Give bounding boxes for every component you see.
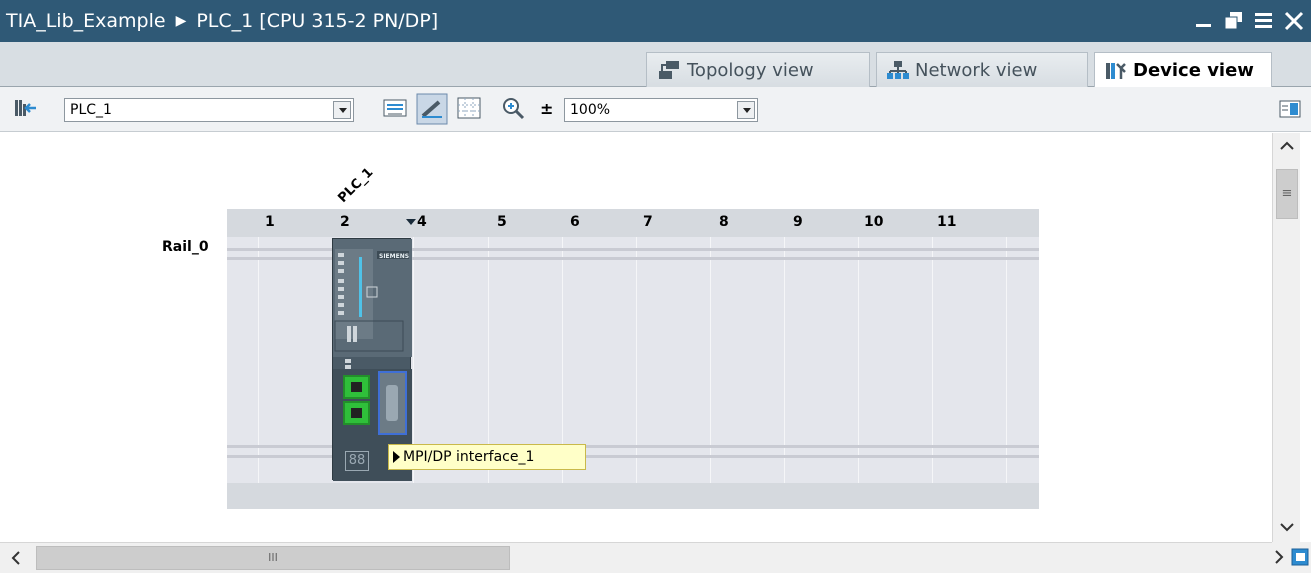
slot-label: 1 [265, 214, 275, 230]
tab-label: Topology view [687, 59, 814, 81]
topology-icon [659, 61, 679, 79]
slot-label: 2 [340, 214, 350, 230]
title-bar: TIA_Lib_Example ▶ PLC_1 [CPU 315-2 PN/DP… [0, 0, 1311, 42]
slot-label: 5 [497, 214, 507, 230]
slot-label: 7 [643, 214, 653, 230]
breadcrumb-separator-icon: ▶ [175, 13, 187, 29]
rack-slot-header: 1 2 4 5 6 7 8 9 10 11 [227, 209, 1039, 237]
zoom-in-icon[interactable] [502, 97, 526, 125]
module-labels-icon[interactable] [382, 97, 408, 125]
view-tabs: Topology view Network view Device view [0, 42, 1311, 88]
scroll-down-icon[interactable] [1274, 514, 1300, 540]
ethernet-port-x2p1[interactable] [343, 375, 370, 399]
tab-label: Network view [915, 59, 1038, 81]
tab-device-view[interactable]: Device view [1094, 52, 1272, 88]
minimize-icon[interactable] [1193, 8, 1215, 32]
restore-icon[interactable] [1223, 8, 1245, 32]
slot-label-expandable[interactable]: 4 [405, 214, 427, 230]
cpu-brand: SIEMENS [379, 253, 409, 260]
chevron-down-icon[interactable] [737, 101, 755, 119]
scrollbar-corner [1272, 542, 1311, 573]
rail-label: Rail_0 [162, 239, 209, 255]
device-toolbar: PLC_1 ± 100% [0, 87, 1311, 132]
slot-label: 8 [719, 214, 729, 230]
rack-footer [227, 483, 1039, 509]
maximize-icon[interactable] [1253, 8, 1275, 32]
scroll-right-icon[interactable] [1266, 544, 1292, 570]
scroll-up-icon[interactable] [1274, 133, 1300, 159]
zoom-select[interactable]: 100% [564, 98, 758, 122]
ethernet-port-x2p2[interactable] [343, 401, 370, 425]
mpi-dp-interface-port[interactable] [378, 371, 407, 435]
network-icon [887, 61, 909, 79]
slot-label: 4 [417, 214, 427, 230]
show-labels-icon[interactable] [416, 93, 448, 129]
close-icon[interactable] [1283, 8, 1305, 32]
horizontal-scroll-thumb[interactable]: III [36, 546, 510, 570]
interface-tooltip: MPI/DP interface_1 [388, 444, 586, 470]
vertical-scroll-thumb[interactable]: ≡ [1276, 169, 1298, 219]
device-icon [1106, 62, 1126, 79]
chevron-down-icon[interactable] [333, 101, 351, 119]
device-select[interactable]: PLC_1 [64, 98, 354, 122]
grid-icon[interactable] [456, 96, 482, 124]
slot-label: 11 [937, 214, 957, 230]
tab-label: Device view [1133, 60, 1254, 81]
horizontal-scrollbar[interactable]: III [0, 542, 1272, 573]
slot-label: 9 [793, 214, 803, 230]
tab-network-view[interactable]: Network view [876, 52, 1088, 87]
expand-slot-icon[interactable] [405, 217, 417, 227]
zoom-step-icon[interactable]: ± [540, 99, 553, 118]
slot-label: 6 [570, 214, 580, 230]
project-name[interactable]: TIA_Lib_Example [6, 10, 166, 32]
zoom-select-value: 100% [570, 102, 611, 118]
slot-label: 10 [864, 214, 884, 230]
device-overview-icon[interactable] [12, 98, 38, 124]
device-select-value: PLC_1 [70, 102, 112, 118]
overview-navigation-icon[interactable] [1291, 548, 1309, 570]
scroll-left-icon[interactable] [3, 545, 29, 571]
tab-topology-view[interactable]: Topology view [646, 52, 870, 87]
hardware-catalog-icon[interactable] [1278, 99, 1302, 125]
status-display: 88 [345, 451, 369, 471]
device-name: PLC_1 [CPU 315-2 PN/DP] [196, 10, 439, 32]
vertical-scrollbar[interactable]: ≡ [1272, 133, 1300, 542]
